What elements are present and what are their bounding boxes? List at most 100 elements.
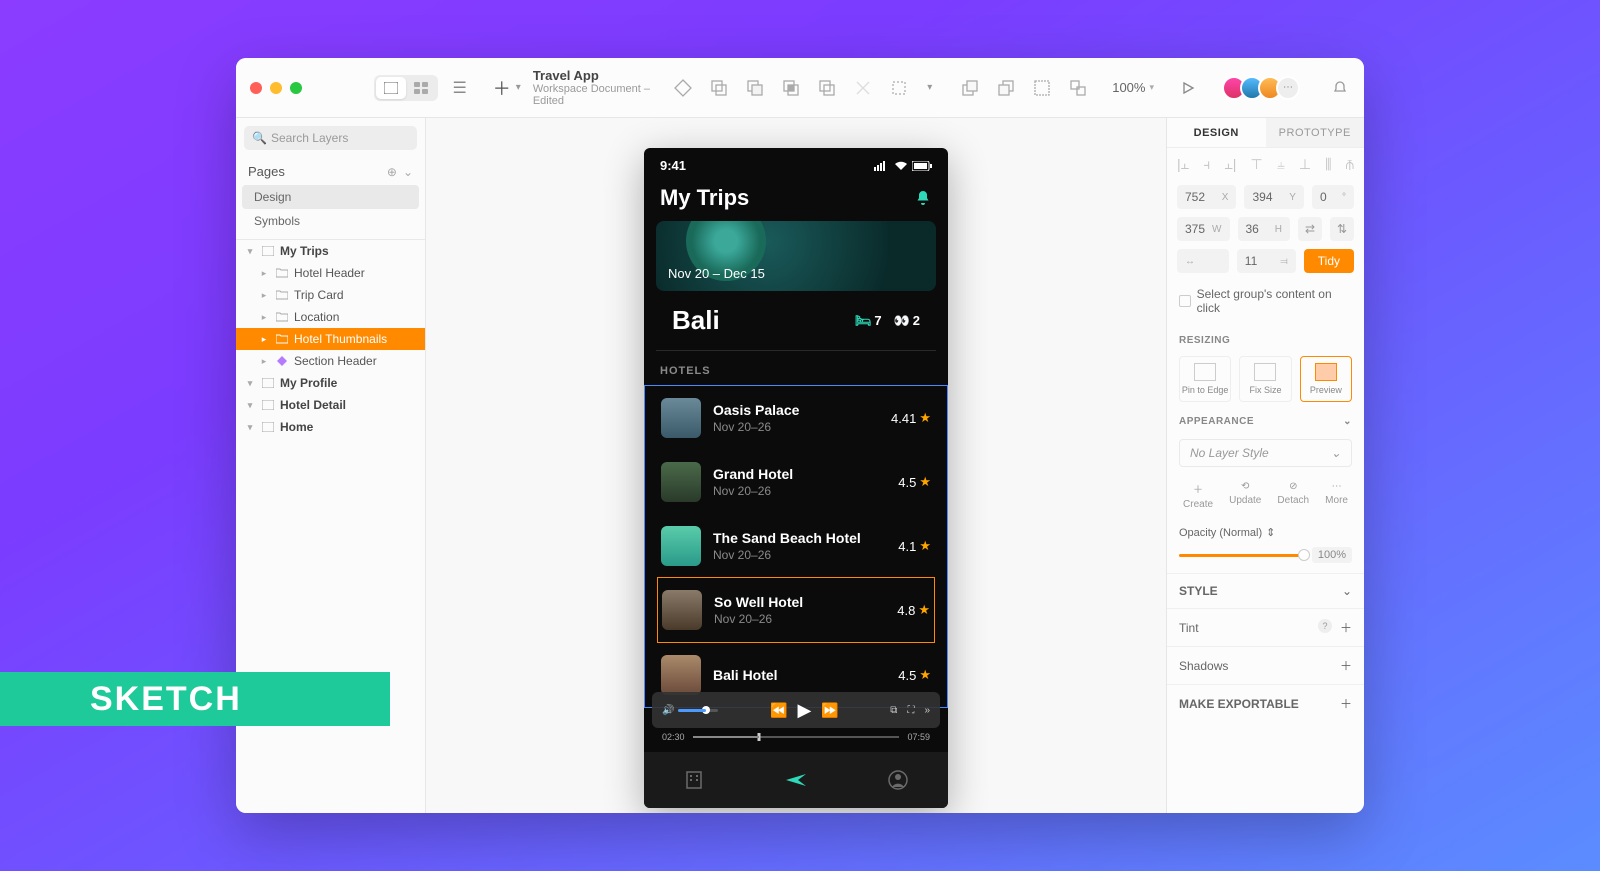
x-field[interactable]: 752X [1177,185,1236,209]
hotel-row[interactable]: The Sand Beach HotelNov 20–264.1 ★ [657,514,935,578]
play-icon[interactable]: ▶ [797,700,811,721]
caret-icon[interactable]: ▾ [927,82,932,93]
collapse-icon[interactable]: ⌄ [1343,416,1352,427]
align-right-icon[interactable]: ⫠| [1224,156,1236,173]
layer-my-profile[interactable]: ▾My Profile [236,372,425,394]
layer-hotel-thumbnails[interactable]: ▸Hotel Thumbnails [236,328,425,350]
forward-icon[interactable]: ⏩ [821,702,838,719]
notifications-icon[interactable] [1330,78,1350,98]
page-symbols[interactable]: Symbols [236,209,425,233]
insert-button[interactable]: ＋ [490,75,514,101]
video-controls-overlay[interactable]: 🔊 ⏪ ▶ ⏩ ⧉ ⛶ » [652,692,940,728]
ungroup-icon[interactable] [1068,78,1088,98]
add-page-icon[interactable]: ⊕ [387,165,397,179]
difference-icon[interactable] [817,78,837,98]
exportable-row[interactable]: MAKE EXPORTABLE＋ [1167,684,1364,722]
style-more-button[interactable]: ⋯More [1325,481,1348,510]
backward-icon[interactable] [996,78,1016,98]
trip-hero-card[interactable]: Nov 20 – Dec 15 [656,221,936,291]
layer-hotel-detail[interactable]: ▾Hotel Detail [236,394,425,416]
opacity-slider[interactable] [1179,554,1304,557]
layer-location[interactable]: ▸Location [236,306,425,328]
w-field[interactable]: 375W [1177,217,1230,241]
y-field[interactable]: 394Y [1244,185,1303,209]
distribute-h-icon[interactable]: ⫼ [1325,156,1331,173]
minimize-button[interactable] [270,82,282,94]
align-left-icon[interactable]: |⫠ [1177,156,1189,173]
add-icon[interactable]: ＋ [1340,695,1352,712]
canvas-view-icon[interactable] [376,77,406,99]
opacity-label[interactable]: Opacity (Normal)⇕ [1167,518,1364,543]
align-center-h-icon[interactable]: ⫞ [1203,156,1210,173]
help-icon[interactable]: ? [1318,619,1332,633]
pin-to-edge-option[interactable]: Pin to Edge [1179,356,1231,402]
components-view-icon[interactable] [406,77,436,99]
add-icon[interactable]: ＋ [1340,657,1352,674]
bell-icon[interactable] [914,189,932,207]
search-layers-input[interactable]: 🔍 Search Layers [244,126,417,150]
gap-field[interactable]: 11⫤ [1237,249,1296,273]
subtract-icon[interactable] [745,78,765,98]
view-mode-toggle[interactable] [374,75,438,101]
preview-play-icon[interactable] [1178,78,1198,98]
more-icon[interactable]: » [924,705,930,716]
add-icon[interactable]: ＋ [1340,619,1352,636]
style-detach-button[interactable]: ⊘Detach [1277,481,1309,510]
select-group-checkbox[interactable]: Select group's content on click [1167,277,1364,325]
layer-style-dropdown[interactable]: No Layer Style⌄ [1179,439,1352,467]
distribute-v-icon[interactable]: ⫚ [1346,156,1354,173]
intersect-icon[interactable] [781,78,801,98]
hotel-row[interactable]: Grand HotelNov 20–264.5 ★ [657,450,935,514]
preview-option[interactable]: Preview [1300,356,1352,402]
style-create-button[interactable]: ＋Create [1183,481,1213,510]
flip-v-icon[interactable]: ⇅ [1330,217,1354,241]
maximize-button[interactable] [290,82,302,94]
collaborator-avatars[interactable]: ⋯ [1228,76,1300,100]
opacity-value[interactable]: 100% [1312,547,1352,563]
fix-size-option[interactable]: Fix Size [1239,356,1291,402]
tab-design[interactable]: DESIGN [1167,118,1266,147]
layer-my-trips[interactable]: ▾My Trips [236,240,425,262]
hotel-row[interactable]: So Well HotelNov 20–264.8 ★ [657,577,935,643]
zoom-control[interactable]: 100%▾ [1112,80,1154,95]
align-bottom-icon[interactable]: ⊥ [1299,156,1311,173]
document-title[interactable]: Travel App Workspace Document – Edited [533,68,673,107]
flatten-icon[interactable] [853,78,873,98]
fullscreen-icon[interactable]: ⛶ [907,705,914,716]
tab-profile-icon[interactable] [887,769,909,791]
symbol-icon[interactable] [673,78,693,98]
style-update-button[interactable]: ⟲Update [1229,481,1261,510]
video-scrubber[interactable]: 02:30 07:59 [652,728,940,750]
layer-home[interactable]: ▾Home [236,416,425,438]
tint-row[interactable]: Tint?＋ [1167,608,1364,646]
pages-caret-icon[interactable]: ⌄ [403,165,413,179]
collapse-icon[interactable]: ⌄ [1342,584,1352,598]
rotation-field[interactable]: 0° [1312,185,1354,209]
tab-flights-icon[interactable] [784,768,808,792]
arrow-field[interactable]: ↔ [1177,249,1229,273]
scale-icon[interactable] [889,78,909,98]
align-top-icon[interactable]: ⊤ [1251,156,1263,173]
flip-h-icon[interactable]: ⇄ [1298,217,1322,241]
volume-control[interactable]: 🔊 [662,705,718,716]
align-center-v-icon[interactable]: ⫨ [1277,156,1285,173]
rewind-icon[interactable]: ⏪ [770,702,787,719]
tab-prototype[interactable]: PROTOTYPE [1266,118,1365,147]
union-icon[interactable] [709,78,729,98]
layer-hotel-header[interactable]: ▸Hotel Header [236,262,425,284]
canvas[interactable]: 9:41 My Trips Nov 20 – Dec 15 [426,118,1166,813]
hotel-thumbnails-group[interactable]: Oasis PalaceNov 20–264.41 ★Grand HotelNo… [644,385,948,708]
hotel-row[interactable]: Oasis PalaceNov 20–264.41 ★ [657,386,935,450]
shadows-row[interactable]: Shadows＋ [1167,646,1364,684]
grid-icon[interactable]: ☰ [448,75,472,101]
h-field[interactable]: 36H [1238,217,1291,241]
pip-icon[interactable]: ⧉ [890,705,897,716]
artboard-my-trips[interactable]: 9:41 My Trips Nov 20 – Dec 15 [644,148,948,808]
tab-hotels-icon[interactable] [683,769,705,791]
insert-caret-icon[interactable]: ▾ [516,82,521,93]
forward-icon[interactable] [960,78,980,98]
layer-section-header[interactable]: ▸Section Header [236,350,425,372]
page-design[interactable]: Design [242,185,419,209]
layer-trip-card[interactable]: ▸Trip Card [236,284,425,306]
tidy-button[interactable]: Tidy [1304,249,1354,273]
